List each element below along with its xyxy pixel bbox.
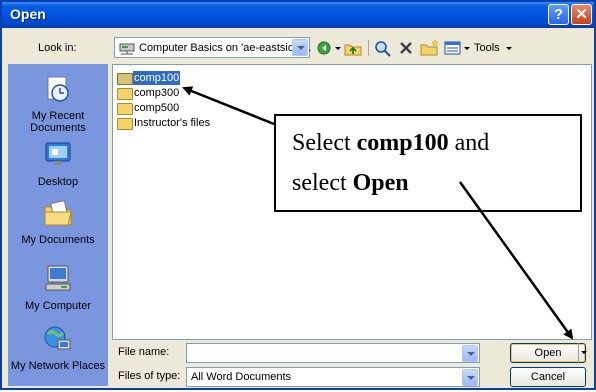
annotation-arrows [182, 86, 574, 340]
arrow-to-comp100 [182, 86, 275, 126]
arrow-to-open-button [458, 181, 574, 340]
open-dialog: Open ? ✕ Look in: Computer Basics on 'ae… [0, 0, 596, 390]
